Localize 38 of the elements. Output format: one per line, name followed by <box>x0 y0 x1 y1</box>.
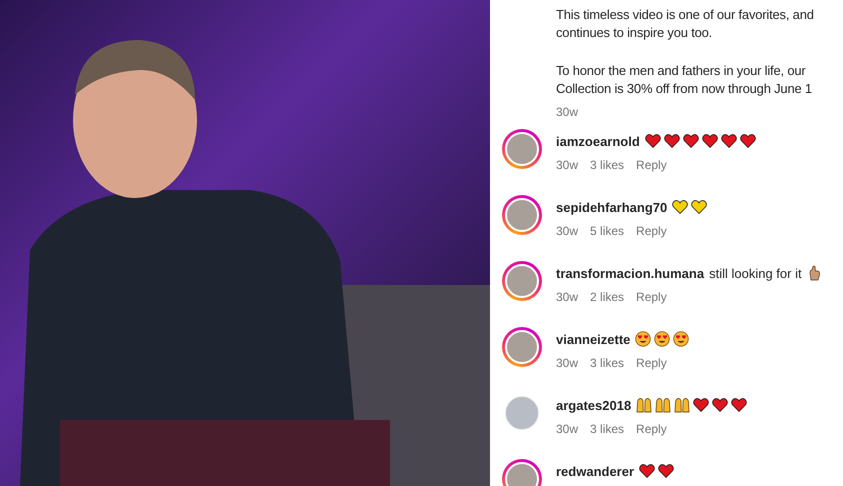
username-link[interactable]: redwanderer <box>556 464 634 478</box>
comment-time: 30w <box>556 158 578 172</box>
caption-text: Collection is 30% off from now through June 1 <box>556 80 812 98</box>
likes-count[interactable]: 5 likes <box>590 224 624 238</box>
likes-count[interactable]: 3 likes <box>590 158 624 172</box>
comment-time: 30w <box>556 356 578 370</box>
username-link[interactable]: sepidehfarhang70 <box>556 200 668 214</box>
avatar[interactable] <box>502 195 542 235</box>
reply-link[interactable]: Reply <box>636 356 667 370</box>
heart-eyes-face-icon <box>635 331 652 347</box>
reply-link[interactable]: Reply <box>636 158 667 172</box>
caption-text: To honor the men and fathers in your life, our <box>556 62 806 80</box>
heart-eyes-face-icon <box>654 331 670 347</box>
raised-hands-icon <box>655 397 672 413</box>
username-link[interactable]: argates2018 <box>556 398 632 412</box>
username-link[interactable]: iamzoearnold <box>556 134 640 148</box>
username-link[interactable]: transformacion.humana <box>556 266 704 280</box>
hand-icon <box>806 265 823 281</box>
comment-text: still looking for it <box>709 266 802 280</box>
comment-time: 30w <box>556 224 578 238</box>
caption-text: continues to inspire you too. <box>556 24 712 42</box>
reply-link[interactable]: Reply <box>636 290 667 304</box>
avatar[interactable] <box>502 261 542 301</box>
likes-count[interactable]: 3 likes <box>590 356 624 370</box>
reply-link[interactable]: Reply <box>636 224 667 238</box>
likes-count[interactable]: 2 likes <box>590 290 624 304</box>
username-link[interactable]: vianneizette <box>556 332 630 346</box>
raised-hands-icon <box>636 397 652 413</box>
timestamp: 30w <box>556 104 578 121</box>
caption-text: This timeless video is one of our favorites, and <box>556 6 814 24</box>
raised-hands-icon <box>674 397 690 413</box>
comment-time: 30w <box>556 290 578 304</box>
avatar[interactable] <box>502 327 542 367</box>
avatar[interactable] <box>502 129 542 169</box>
likes-count[interactable]: 3 likes <box>590 422 624 436</box>
reply-link[interactable]: Reply <box>636 422 667 436</box>
heart-eyes-face-icon <box>673 331 690 347</box>
comment-time: 30w <box>556 422 578 436</box>
